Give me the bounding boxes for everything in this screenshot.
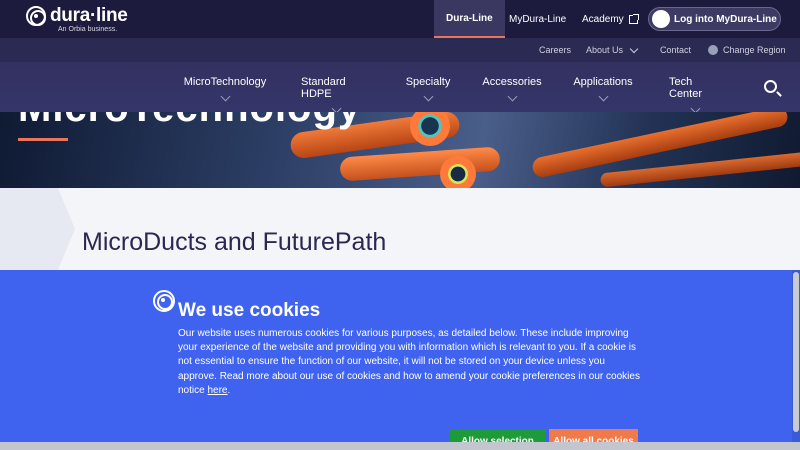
tab-dura-line[interactable]: Dura-Line <box>434 0 505 38</box>
globe-icon <box>708 45 718 55</box>
login-label: Log into MyDura-Line <box>674 13 777 25</box>
contact-link[interactable]: Contact <box>660 38 691 62</box>
nav-label: MicroTechnology <box>183 76 267 88</box>
logo-tagline: An Orbia business. <box>58 26 118 33</box>
hero-image-tube-end <box>440 156 476 188</box>
tab-academy[interactable]: Academy <box>582 0 639 38</box>
cookie-banner: We use cookies Our website uses numerous… <box>0 270 800 450</box>
cookie-description: Our website uses numerous cookies for va… <box>178 327 646 398</box>
cookie-scrollbar[interactable] <box>792 270 800 450</box>
nav-label: Applications <box>573 76 633 88</box>
logo-mark-icon <box>26 6 46 26</box>
nav-item-microtechnology[interactable]: MicroTechnology <box>183 62 267 112</box>
nav-item-accessories[interactable]: Accessories <box>482 62 542 112</box>
chevron-down-icon <box>629 44 639 53</box>
cookie-text: Our website uses numerous cookies for va… <box>178 328 640 396</box>
cookie-notice-link[interactable]: here <box>207 385 227 396</box>
change-region-label: Change Region <box>723 45 786 55</box>
nav-item-tech-center[interactable]: Tech Center <box>669 62 721 114</box>
hero-image-tube <box>339 146 501 182</box>
search-icon[interactable] <box>764 80 777 93</box>
decorative-chevron <box>0 188 75 270</box>
page-content: MicroDucts and FuturePath <box>0 188 800 270</box>
dura-line-logo-icon <box>153 290 175 312</box>
nav-item-applications[interactable]: Applications <box>573 62 633 112</box>
page-bottom-edge <box>0 442 800 450</box>
hero-image-tube-end <box>410 112 450 146</box>
login-button[interactable]: Log into MyDura-Line <box>648 7 781 31</box>
chevron-down-icon <box>598 91 608 102</box>
top-bar: dura·line An Orbia business. Dura-Line M… <box>0 0 800 38</box>
chevron-down-icon <box>220 91 230 102</box>
utility-bar: Careers About Us Contact Change Region <box>0 38 800 62</box>
page-title: MicroDucts and FuturePath <box>82 228 387 256</box>
main-navigation: MicroTechnology Standard HDPE Specialty … <box>0 62 800 114</box>
nav-item-specialty[interactable]: Specialty <box>405 62 451 112</box>
user-avatar-icon <box>652 10 670 28</box>
chevron-down-icon <box>507 91 517 102</box>
chevron-down-icon <box>423 91 433 102</box>
cookie-title: We use cookies <box>178 300 321 321</box>
nav-item-standard-hdpe[interactable]: Standard HDPE <box>301 62 371 114</box>
tab-label: Dura-Line <box>446 12 493 24</box>
hero-banner: MicroTechnology <box>0 112 800 188</box>
nav-label: Tech Center <box>669 76 703 100</box>
cookie-text-period: . <box>227 384 231 396</box>
tab-label: MyDura-Line <box>509 13 567 25</box>
nav-label: Accessories <box>482 76 542 88</box>
tab-mydura-line[interactable]: MyDura-Line <box>509 0 566 38</box>
change-region-link[interactable]: Change Region <box>708 38 786 62</box>
about-us-label: About Us <box>586 45 624 55</box>
logo-text: dura·line <box>50 5 128 26</box>
hero-title: MicroTechnology <box>18 112 361 131</box>
dura-line-logo[interactable]: dura·line <box>26 5 128 27</box>
tab-label: Academy <box>582 13 624 25</box>
about-us-menu[interactable]: About Us <box>586 38 639 62</box>
external-link-icon <box>628 13 639 24</box>
nav-label: Standard HDPE <box>301 76 346 100</box>
careers-link[interactable]: Careers <box>539 38 571 62</box>
hero-accent-line <box>18 138 68 141</box>
scrollbar-thumb[interactable] <box>793 272 799 432</box>
nav-label: Specialty <box>405 76 451 88</box>
